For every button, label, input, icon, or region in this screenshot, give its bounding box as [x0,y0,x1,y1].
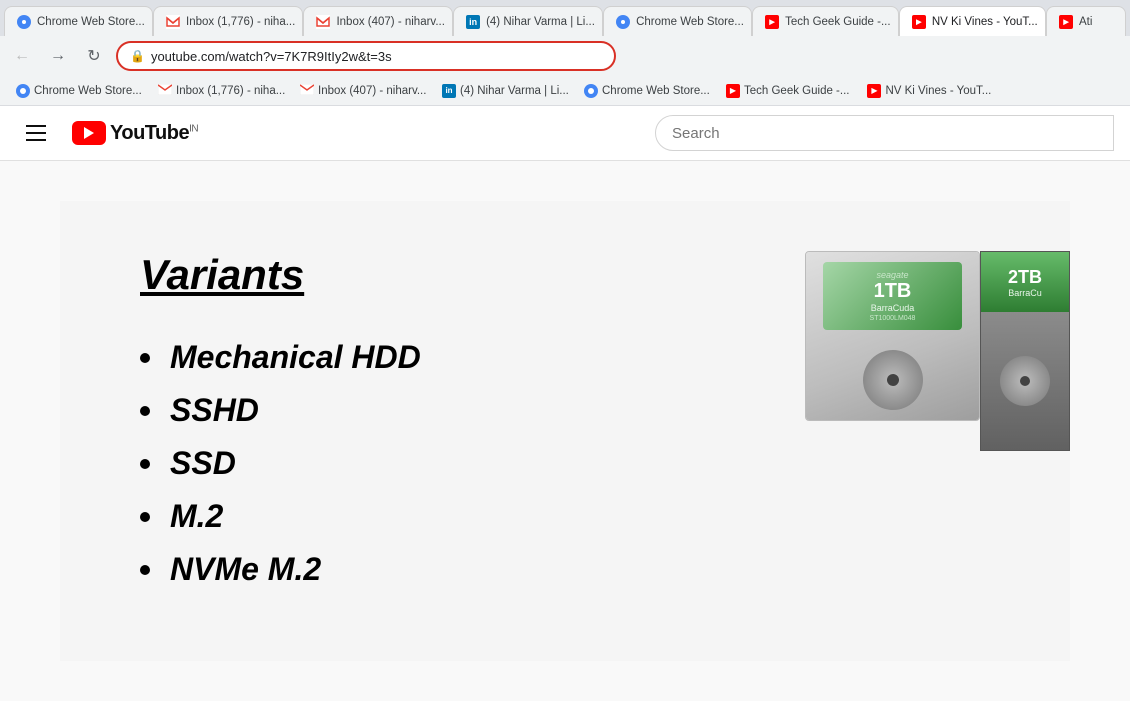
hdd-capacity-2tb: 2TB [1008,267,1042,288]
tab-chrome-web-store-2[interactable]: Chrome Web Store... [603,6,752,36]
lock-icon: 🔒 [130,49,145,63]
bookmark-nv-vines[interactable]: ▶ NV Ki Vines - YouT... [859,81,999,101]
tab-label-6: Tech Geek Guide -... [785,16,890,28]
seagate-brand: seagate [831,270,953,280]
search-input[interactable] [672,125,1097,142]
tab-label-4: (4) Nihar Varma | Li... [486,16,595,28]
bm-gmail-icon-2 [300,84,314,98]
bullet-text-3: SSD [170,445,236,482]
tab-label-5: Chrome Web Store... [636,16,744,28]
bm-label-2: Inbox (1,776) - niha... [176,85,285,97]
tab-label-1: Chrome Web Store... [37,16,145,28]
tab-ati[interactable]: ▶ Ati [1046,6,1126,36]
nav-bar: ← → ↻ 🔒 youtube.com/watch?v=7K7R9ItIy2w&… [0,36,1130,76]
bookmark-gmail-1[interactable]: Inbox (1,776) - niha... [150,81,290,101]
address-text: youtube.com/watch?v=7K7R9ItIy2w&t=3s [151,49,602,64]
tabs-bar: Chrome Web Store... Inbox (1,776) - niha… [0,0,1130,36]
bookmark-gmail-2[interactable]: Inbox (407) - niharv... [292,81,432,101]
tab-label-3: Inbox (407) - niharv... [336,16,444,28]
tab-label-2: Inbox (1,776) - niha... [186,16,295,28]
bullet-text-4: M.2 [170,498,223,535]
linkedin-favicon: in [466,15,480,29]
youtube-content: Variants Mechanical HDD SSHD SSD M.2 [0,161,1130,701]
hdd-image-1tb: seagate 1TB BarraCuda ST1000LM048 [805,251,980,421]
hdd-label-1tb: seagate 1TB BarraCuda ST1000LM048 [823,262,961,330]
hdd-capacity-1tb: 1TB [831,280,953,303]
bullet-dot-3 [140,459,150,469]
hdd-green-band: 2TB BarraCu [981,252,1069,312]
bm-label-3: Inbox (407) - niharv... [318,85,426,97]
bm-label-7: NV Ki Vines - YouT... [885,85,991,97]
hamburger-icon [26,125,46,141]
youtube-logo[interactable]: YouTubeIN [72,121,198,145]
bm-chrome-icon-1 [16,84,30,98]
youtube-header: YouTubeIN [0,106,1130,161]
youtube-logo-text: YouTubeIN [110,122,198,145]
hamburger-menu-button[interactable] [16,113,56,153]
tab-label-8: Ati [1079,16,1092,28]
hdd-model-num: ST1000LM048 [831,315,953,322]
bookmark-linkedin[interactable]: in (4) Nihar Varma | Li... [434,81,574,101]
bullet-text-1: Mechanical HDD [170,339,421,376]
tab-tech-geek[interactable]: ▶ Tech Geek Guide -... [752,6,899,36]
bookmark-tech-geek[interactable]: ▶ Tech Geek Guide -... [718,81,857,101]
bm-linkedin-icon: in [442,84,456,98]
bm-youtube-icon-1: ▶ [726,84,740,98]
hamburger-line-2 [26,132,46,134]
bookmark-chrome-web-store-2[interactable]: Chrome Web Store... [576,81,716,101]
hdd-spindle-2 [1020,376,1030,386]
bm-gmail-icon-1 [158,84,172,98]
list-item-m2: M.2 [140,498,990,535]
youtube-play-icon [72,121,106,145]
bm-label-4: (4) Nihar Varma | Li... [460,85,569,97]
bookmarks-bar: Chrome Web Store... Inbox (1,776) - niha… [0,76,1130,106]
bm-youtube-icon-2: ▶ [867,84,881,98]
hdd-image-2tb: 2TB BarraCu [980,251,1070,451]
chrome-favicon-1 [17,15,31,29]
tab-gmail-inbox-2[interactable]: Inbox (407) - niharv... [303,6,453,36]
tab-nv-ki-vines[interactable]: ▶ NV Ki Vines - YouT... [899,6,1046,36]
back-button[interactable]: ← [8,42,36,70]
hdd-model-1: BarraCuda [831,303,953,313]
tab-gmail-inbox-1[interactable]: Inbox (1,776) - niha... [153,6,303,36]
hdd-spindle [887,374,899,386]
youtube-page: YouTubeIN Variants Mechanical HDD SSHD [0,106,1130,701]
hdd-platter-2 [1000,356,1050,406]
bullet-dot-4 [140,512,150,522]
reload-button[interactable]: ↻ [80,42,108,70]
bm-chrome-icon-2 [584,84,598,98]
youtube-favicon-1: ▶ [765,15,779,29]
hdd-images: seagate 1TB BarraCuda ST1000LM048 [805,251,1070,451]
hamburger-line-3 [26,139,46,141]
bullet-text-2: SSHD [170,392,259,429]
hdd-body [1000,312,1050,450]
tab-label-7: NV Ki Vines - YouT... [932,16,1038,28]
bm-label-5: Chrome Web Store... [602,85,710,97]
address-bar[interactable]: 🔒 youtube.com/watch?v=7K7R9ItIy2w&t=3s [116,41,616,71]
search-bar[interactable] [655,115,1114,151]
tab-linkedin[interactable]: in (4) Nihar Varma | Li... [453,6,603,36]
bullet-dot-5 [140,565,150,575]
hdd-model-2: BarraCu [1008,288,1042,298]
bm-label-1: Chrome Web Store... [34,85,142,97]
bm-label-6: Tech Geek Guide -... [744,85,849,97]
bullet-dot-1 [140,353,150,363]
bullet-text-5: NVMe M.2 [170,551,321,588]
country-code: IN [189,123,198,134]
gmail-favicon-1 [166,15,180,29]
youtube-favicon-3: ▶ [1059,15,1073,29]
tab-chrome-web-store-1[interactable]: Chrome Web Store... [4,6,153,36]
bookmark-chrome-web-store-1[interactable]: Chrome Web Store... [8,81,148,101]
chrome-favicon-2 [616,15,630,29]
hamburger-line-1 [26,125,46,127]
browser-chrome: Chrome Web Store... Inbox (1,776) - niha… [0,0,1130,106]
hdd-platter [863,350,923,410]
bullet-dot-2 [140,406,150,416]
slide-content: Variants Mechanical HDD SSHD SSD M.2 [60,201,1070,661]
list-item-nvme-m2: NVMe M.2 [140,551,990,588]
gmail-favicon-2 [316,15,330,29]
forward-button[interactable]: → [44,42,72,70]
youtube-favicon-2: ▶ [912,15,926,29]
